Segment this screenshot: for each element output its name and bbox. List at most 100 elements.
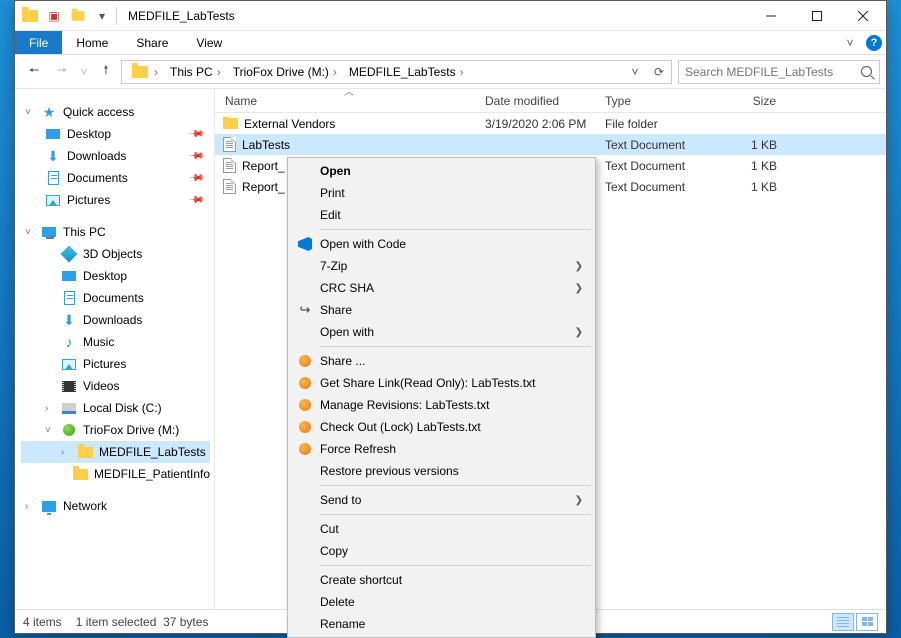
menu-7zip[interactable]: 7-Zip: [290, 255, 593, 277]
file-row[interactable]: External Vendors3/19/2020 2:06 PMFile fo…: [215, 113, 886, 134]
desktop-icon: [46, 129, 60, 139]
menu-force-refresh[interactable]: Force Refresh: [290, 438, 593, 460]
window-title: MEDFILE_LabTests: [128, 9, 235, 23]
nav-this-pc[interactable]: ˅This PC: [21, 221, 210, 243]
nav-3d-objects[interactable]: 3D Objects: [21, 243, 210, 265]
nav-local-disk[interactable]: ›Local Disk (C:): [21, 397, 210, 419]
breadcrumb-thispc[interactable]: This PC›: [164, 61, 227, 83]
search-input[interactable]: [679, 65, 853, 79]
file-type: Text Document: [595, 138, 709, 152]
menu-copy[interactable]: Copy: [290, 540, 593, 562]
file-row[interactable]: LabTestsText Document1 KB: [215, 134, 886, 155]
menu-edit[interactable]: Edit: [290, 204, 593, 226]
chevron-down-icon: ˅: [25, 227, 35, 238]
menu-share-dots[interactable]: Share ...: [290, 350, 593, 372]
ribbon-tab-view[interactable]: View: [182, 31, 236, 54]
folder-icon: [132, 66, 148, 78]
nav-back-button[interactable]: 🠔: [21, 59, 47, 85]
file-size: 1 KB: [709, 159, 789, 173]
nav-up-button[interactable]: 🠕: [93, 59, 119, 85]
menu-crc-sha[interactable]: CRC SHA: [290, 277, 593, 299]
column-headers: Name Date modified Type Size: [215, 89, 886, 113]
refresh-button[interactable]: ⟳: [647, 61, 671, 83]
menu-send-to[interactable]: Send to: [290, 489, 593, 511]
ribbon-tab-share[interactable]: Share: [122, 31, 182, 54]
documents-icon: [48, 171, 59, 185]
breadcrumb-drive[interactable]: TrioFox Drive (M:)›: [227, 61, 343, 83]
pin-icon: 📌: [187, 148, 204, 165]
nav-documents-pc[interactable]: Documents: [21, 287, 210, 309]
help-button[interactable]: ?: [862, 31, 886, 54]
ribbon-expand-icon[interactable]: ˅: [838, 31, 862, 54]
navigation-pane: ˅★Quick access Desktop📌 ⬇Downloads📌 Docu…: [15, 89, 215, 609]
menu-check-out[interactable]: Check Out (Lock) LabTests.txt: [290, 416, 593, 438]
title-bar: ▣ ▾ MEDFILE_LabTests: [15, 1, 886, 31]
qat-properties-icon[interactable]: ▣: [43, 5, 65, 27]
nav-quick-access[interactable]: ˅★Quick access: [21, 101, 210, 123]
close-button[interactable]: [840, 1, 886, 31]
column-date[interactable]: Date modified: [475, 89, 595, 112]
file-size: 1 KB: [709, 180, 789, 194]
breadcrumb-folder[interactable]: MEDFILE_LabTests›: [343, 61, 470, 83]
menu-open[interactable]: Open: [290, 160, 593, 182]
network-icon: [42, 501, 56, 512]
address-root-icon[interactable]: ›: [126, 61, 164, 83]
column-type[interactable]: Type: [595, 89, 709, 112]
pictures-icon: [62, 359, 76, 370]
nav-pictures-pc[interactable]: Pictures: [21, 353, 210, 375]
menu-open-with-code[interactable]: Open with Code: [290, 233, 593, 255]
ribbon-tabs: File Home Share View ˅ ?: [15, 31, 886, 55]
menu-separator: [320, 514, 591, 515]
menu-get-share-link[interactable]: Get Share Link(Read Only): LabTests.txt: [290, 372, 593, 394]
view-details-button[interactable]: [832, 613, 854, 631]
triofox-orange-icon: [296, 374, 314, 392]
nav-pictures[interactable]: Pictures📌: [21, 189, 210, 211]
column-size[interactable]: Size: [709, 89, 789, 112]
view-large-icons-button[interactable]: [856, 613, 878, 631]
menu-cut[interactable]: Cut: [290, 518, 593, 540]
menu-create-shortcut[interactable]: Create shortcut: [290, 569, 593, 591]
menu-delete[interactable]: Delete: [290, 591, 593, 613]
nav-desktop-pc[interactable]: Desktop: [21, 265, 210, 287]
minimize-button[interactable]: [748, 1, 794, 31]
nav-forward-button[interactable]: 🠖: [49, 59, 75, 85]
documents-icon: [64, 291, 75, 305]
menu-open-with[interactable]: Open with: [290, 321, 593, 343]
app-folder-icon: [19, 5, 41, 27]
chevron-right-icon: ›: [456, 65, 468, 79]
nav-documents[interactable]: Documents📌: [21, 167, 210, 189]
address-dropdown-button[interactable]: ˅: [623, 61, 647, 83]
desktop-icon: [62, 271, 76, 281]
maximize-button[interactable]: [794, 1, 840, 31]
nav-triofox-drive[interactable]: ˅TrioFox Drive (M:): [21, 419, 210, 441]
chevron-right-icon: ›: [25, 501, 35, 512]
ribbon-tab-file[interactable]: File: [15, 31, 62, 54]
menu-restore-previous[interactable]: Restore previous versions: [290, 460, 593, 482]
menu-separator: [320, 229, 591, 230]
nav-network[interactable]: ›Network: [21, 495, 210, 517]
menu-share[interactable]: ↪Share: [290, 299, 593, 321]
nav-videos[interactable]: Videos: [21, 375, 210, 397]
menu-manage-revisions[interactable]: Manage Revisions: LabTests.txt: [290, 394, 593, 416]
qat-new-folder-icon[interactable]: [67, 5, 89, 27]
menu-rename[interactable]: Rename: [290, 613, 593, 635]
pin-icon: 📌: [187, 170, 204, 187]
search-button[interactable]: [853, 61, 879, 83]
qat-customize-icon[interactable]: ▾: [91, 5, 113, 27]
nav-folder-patientinfo[interactable]: MEDFILE_PatientInfo: [21, 463, 210, 485]
folder-icon: [78, 447, 93, 458]
menu-print[interactable]: Print: [290, 182, 593, 204]
nav-desktop[interactable]: Desktop📌: [21, 123, 210, 145]
nav-music[interactable]: ♪Music: [21, 331, 210, 353]
address-bar[interactable]: › This PC› TrioFox Drive (M:)› MEDFILE_L…: [121, 60, 672, 84]
nav-folder-labtests[interactable]: ›MEDFILE_LabTests: [21, 441, 210, 463]
nav-recent-dropdown[interactable]: ˅: [77, 59, 91, 85]
pictures-icon: [46, 195, 60, 206]
nav-downloads[interactable]: ⬇Downloads📌: [21, 145, 210, 167]
search-box[interactable]: [678, 60, 880, 84]
text-file-icon: [223, 137, 236, 152]
nav-downloads-pc[interactable]: ⬇Downloads: [21, 309, 210, 331]
ribbon-tab-home[interactable]: Home: [62, 31, 122, 54]
file-type: Text Document: [595, 159, 709, 173]
context-menu: Open Print Edit Open with Code 7-Zip CRC…: [287, 157, 596, 638]
